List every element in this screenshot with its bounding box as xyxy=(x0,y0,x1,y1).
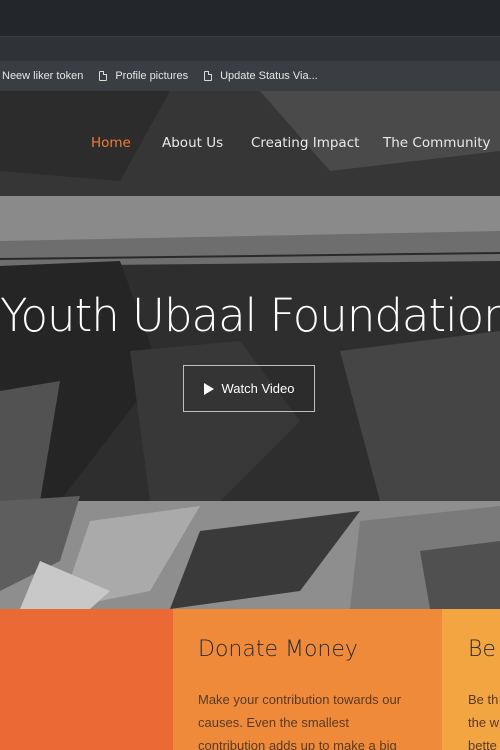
card-text-line: bette xyxy=(468,738,497,750)
hero-section: Home About Us Creating Impact The Commun… xyxy=(0,91,500,609)
document-icon xyxy=(204,71,213,81)
card-title: Be a xyxy=(468,637,500,662)
card-text-line: the w xyxy=(468,715,500,730)
card-text: Make your contribution towards our cause… xyxy=(198,688,401,750)
bookmark-update-status[interactable]: Update Status Via... xyxy=(196,61,326,91)
card-title: Donate Money xyxy=(198,637,358,662)
card-text-line: Be th xyxy=(468,692,499,707)
play-icon xyxy=(203,382,214,395)
nav-about-us-link[interactable]: About Us xyxy=(162,135,223,151)
cards-section: Donate Money Make your contribution towa… xyxy=(0,609,500,750)
card-text-line: causes. Even the smallest xyxy=(198,715,350,730)
main-nav: Home About Us Creating Impact The Commun… xyxy=(0,135,500,157)
bookmark-label: Update Status Via... xyxy=(220,70,318,82)
partial-card: Be a Be th the w bette xyxy=(442,609,500,750)
hero-background-image xyxy=(0,91,500,609)
donate-money-card: Donate Money Make your contribution towa… xyxy=(173,609,442,750)
bookmark-label: Neew liker token xyxy=(2,70,84,82)
bookmarks-bar: Neew liker token Profile pictures Update… xyxy=(0,61,500,91)
hero-title: Youth Ubaal Foundation xyxy=(0,289,500,342)
card-text-line: Make your contribution towards our xyxy=(198,692,402,707)
browser-titlebar xyxy=(0,0,500,36)
watch-video-label: Watch Video xyxy=(221,381,295,396)
bookmark-profile-pictures[interactable]: Profile pictures xyxy=(91,61,196,91)
card-text-line: contribution adds up to make a big xyxy=(198,738,397,750)
bookmark-label: Profile pictures xyxy=(115,70,189,82)
nav-creating-impact-link[interactable]: Creating Impact xyxy=(251,135,359,151)
nav-the-community-link[interactable]: The Community xyxy=(383,135,491,151)
nav-home-link[interactable]: Home xyxy=(91,135,131,151)
bookmark-neew-liker-token[interactable]: Neew liker token xyxy=(0,61,91,91)
card-text: Be th the w bette xyxy=(468,688,499,750)
browser-address-bar[interactable] xyxy=(0,36,500,62)
card-left xyxy=(0,609,173,750)
watch-video-button[interactable]: Watch Video xyxy=(183,365,315,412)
document-icon xyxy=(99,71,108,81)
